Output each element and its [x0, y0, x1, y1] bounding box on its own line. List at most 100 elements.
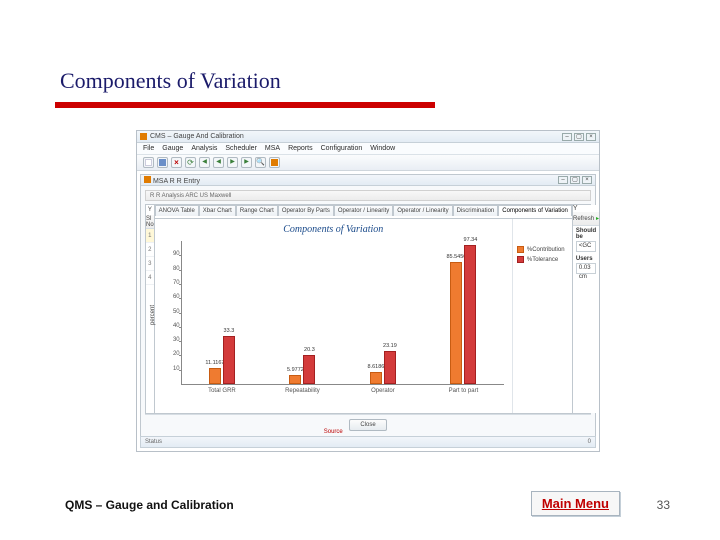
list-row[interactable]: 1: [146, 229, 154, 243]
sub-close-icon[interactable]: ×: [582, 176, 592, 184]
right-refresh[interactable]: Refresh▸: [573, 212, 599, 226]
tab-op-lin1[interactable]: Operator / Linearity: [334, 205, 393, 216]
bar-red: [223, 336, 235, 384]
menu-item-reports[interactable]: Reports: [288, 145, 313, 152]
save-icon[interactable]: [157, 157, 168, 168]
y-tick: 90: [168, 251, 180, 257]
chart-title: Components of Variation: [155, 219, 512, 237]
x-category: Part to part: [449, 388, 479, 394]
tab-xbar[interactable]: Xbar Chart: [199, 205, 236, 216]
main-menu-button[interactable]: Main Menu: [531, 491, 620, 516]
menu-item-msa[interactable]: MSA: [265, 145, 280, 152]
bar-value-label: 33.3: [224, 328, 235, 334]
left-header: Sl No: [146, 215, 154, 229]
close-icon[interactable]: ×: [586, 133, 596, 141]
maximize-icon[interactable]: ▢: [574, 133, 584, 141]
legend-item: %Tolerance: [517, 256, 568, 263]
status-right: 0: [588, 439, 591, 445]
tab-components[interactable]: Components of Variation: [498, 205, 572, 216]
bar-red: [303, 355, 315, 384]
bar-value-label: 20.3: [304, 347, 315, 353]
menu-item-configuration[interactable]: Configuration: [321, 145, 363, 152]
sub-maximize-icon[interactable]: ▢: [570, 176, 580, 184]
bar-orange: [209, 368, 221, 384]
tab-range[interactable]: Range Chart: [236, 205, 278, 216]
field-label-shouldbe: Should be: [573, 226, 599, 240]
bar-value-label: 23.19: [383, 343, 397, 349]
field-shouldbe[interactable]: <GC: [576, 241, 596, 252]
bar-value-label: 11.1167: [205, 360, 224, 366]
legend-label: %Tolerance: [527, 257, 558, 263]
menu-item-analysis[interactable]: Analysis: [191, 145, 217, 152]
x-category: Repeatability: [285, 388, 320, 394]
first-icon[interactable]: [213, 157, 224, 168]
field-users[interactable]: 0.03 cm: [576, 263, 596, 274]
right-column: Y Refresh▸ Should be <GC Users 0.03 cm: [572, 205, 599, 413]
chart-legend: %Contribution %Tolerance: [512, 219, 572, 413]
status-left: Status: [145, 439, 162, 445]
app-window: CMS – Gauge And Calibration – ▢ × File G…: [136, 130, 600, 452]
bar-value-label: 5.9772: [287, 367, 304, 373]
bar-value-label: 8.6186: [367, 364, 384, 370]
sub-body: R R Analysis ARC US Maxwell Y Sl No 1 2 …: [141, 186, 595, 438]
bar-orange: [289, 375, 301, 384]
list-row[interactable]: 2: [146, 243, 154, 257]
legend-swatch-icon: [517, 246, 524, 253]
sub-titlebar: MSA R R Entry – ▢ ×: [141, 175, 595, 186]
tab-discrimination[interactable]: Discrimination: [453, 205, 499, 216]
list-row[interactable]: 4: [146, 271, 154, 285]
menu-item-window[interactable]: Window: [370, 145, 395, 152]
sub-minimize-icon[interactable]: –: [558, 176, 568, 184]
toolbar: [137, 155, 599, 171]
delete-icon[interactable]: [171, 157, 182, 168]
list-row[interactable]: 3: [146, 257, 154, 271]
menu-item-gauge[interactable]: Gauge: [162, 145, 183, 152]
tab-op-lin2[interactable]: Operator / Linearity: [393, 205, 452, 216]
bar-orange: [450, 262, 462, 384]
chart-center: ANOVA Table Xbar Chart Range Chart Opera…: [155, 205, 572, 413]
close-button[interactable]: Close: [349, 419, 386, 431]
menu-item-file[interactable]: File: [143, 145, 154, 152]
y-tick: 10: [168, 366, 180, 372]
tab-op-parts[interactable]: Operator By Parts: [278, 205, 334, 216]
y-tick: 70: [168, 280, 180, 286]
legend-item: %Contribution: [517, 246, 568, 253]
status-bar: Status 0: [140, 436, 596, 448]
bar-value-label: 85.5456: [446, 254, 466, 260]
y-tick: 60: [168, 294, 180, 300]
bar-value-label: 97.34: [464, 237, 478, 243]
right-y-label: Y: [573, 205, 599, 212]
y-axis-label: percent: [150, 305, 156, 325]
refresh-icon[interactable]: [185, 157, 196, 168]
slide-title: Components of Variation: [60, 68, 281, 94]
x-category: Total GRR: [208, 388, 236, 394]
close-row: Close: [145, 414, 591, 434]
app-title: CMS – Gauge And Calibration: [150, 133, 244, 140]
sub-icon: [144, 176, 151, 183]
bar-red: [384, 351, 396, 384]
sub-title: MSA R R Entry: [153, 178, 200, 185]
favorite-icon[interactable]: [269, 157, 280, 168]
minimize-icon[interactable]: –: [562, 133, 572, 141]
search-icon[interactable]: [255, 157, 266, 168]
plot-box: 102030405060708090Total GRR11.116733.3Re…: [181, 241, 504, 385]
tab-row: ANOVA Table Xbar Chart Range Chart Opera…: [155, 205, 572, 216]
bar-orange: [370, 372, 382, 384]
prev-icon[interactable]: [199, 157, 210, 168]
sub-header-row: R R Analysis ARC US Maxwell: [145, 190, 591, 201]
left-y-label: Y: [146, 205, 154, 215]
footer-text: QMS – Gauge and Calibration: [65, 498, 234, 512]
chart-plot: percent 102030405060708090Total GRR11.11…: [155, 237, 512, 413]
y-tick: 80: [168, 266, 180, 272]
y-tick: 20: [168, 351, 180, 357]
menu-item-scheduler[interactable]: Scheduler: [225, 145, 257, 152]
menu-bar: File Gauge Analysis Scheduler MSA Report…: [137, 143, 599, 155]
new-icon[interactable]: [143, 157, 154, 168]
last-icon[interactable]: [241, 157, 252, 168]
chart-area-wrapper: Y Sl No 1 2 3 4 ANOVA Table Xbar Chart R…: [145, 204, 591, 414]
next-icon[interactable]: [227, 157, 238, 168]
title-rule: [55, 102, 435, 108]
tab-anova[interactable]: ANOVA Table: [155, 205, 199, 216]
x-category: Operator: [371, 388, 395, 394]
y-tick: 30: [168, 337, 180, 343]
